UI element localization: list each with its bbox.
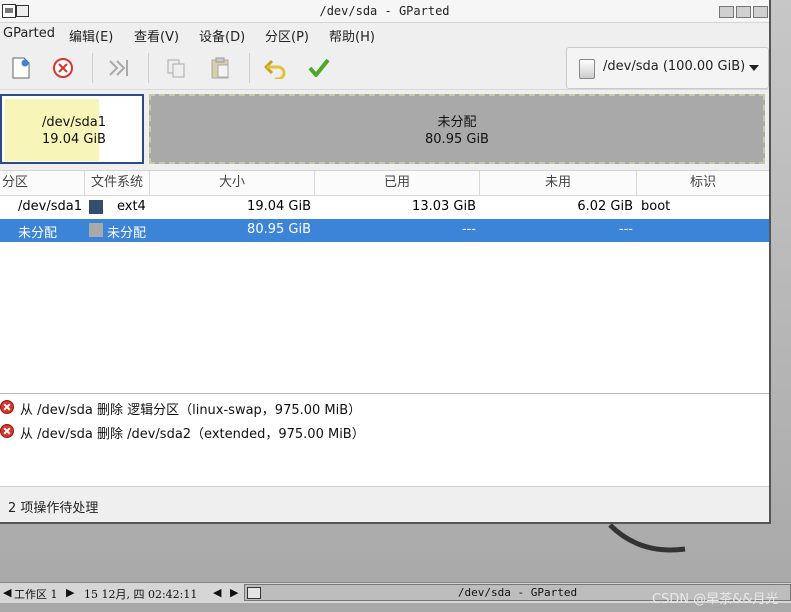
toolbar-separator <box>92 53 93 83</box>
window-title: /dev/sda - GParted <box>319 4 450 18</box>
copy-icon <box>167 59 185 78</box>
title-bar[interactable]: /dev/sda - GParted <box>0 0 769 23</box>
toolbar-separator <box>249 53 250 83</box>
column-header-flags[interactable]: 标识 <box>637 171 769 195</box>
fs-color-swatch <box>89 223 103 237</box>
cell-flags: boot <box>641 199 671 214</box>
cell-used: --- <box>461 222 476 237</box>
disk-map-unallocated[interactable]: 未分配 80.95 GiB <box>149 94 765 164</box>
delete-partition-button[interactable] <box>50 55 76 81</box>
device-selector[interactable]: /dev/sda (100.00 GiB) <box>566 47 769 89</box>
paste-button[interactable] <box>207 55 233 81</box>
minimize-button[interactable] <box>719 6 734 18</box>
apply-button[interactable] <box>306 55 332 81</box>
pending-operations-list: 从 /dev/sda 删除 逻辑分区（linux-swap，975.00 MiB… <box>0 394 769 487</box>
left-arrow-icon[interactable]: ◀ <box>213 586 221 599</box>
undo-icon <box>264 59 286 79</box>
disk-map-partition-sda1[interactable]: /dev/sda1 19.04 GiB <box>0 94 144 164</box>
cell-unused: --- <box>618 222 633 237</box>
cell-filesystem: 未分配 <box>107 226 147 241</box>
left-arrow-icon[interactable]: ◀ <box>3 586 11 599</box>
pending-operations-status: 2 项操作待处理 <box>8 501 99 516</box>
cell-unused: 6.02 GiB <box>577 199 633 214</box>
table-header: 分区 文件系统 大小 已用 未用 标识 <box>0 171 769 196</box>
device-selector-label: /dev/sda (100.00 GiB) <box>603 59 746 74</box>
resize-icon <box>109 60 128 76</box>
menu-gparted[interactable]: GParted <box>3 26 55 41</box>
delete-operation-icon <box>0 424 14 438</box>
operation-text: 从 /dev/sda 删除 /dev/sda2（extended，975.00 … <box>20 427 365 442</box>
toolbar: /dev/sda (100.00 GiB) <box>0 47 769 90</box>
fs-color-swatch <box>89 200 103 214</box>
resize-move-button[interactable] <box>106 55 132 81</box>
table-row[interactable]: /dev/sda1 ext4 19.04 GiB 13.03 GiB 6.02 … <box>0 196 769 219</box>
paste-icon <box>211 57 229 79</box>
operation-text: 从 /dev/sda 删除 逻辑分区（linux-swap，975.00 MiB… <box>20 403 362 418</box>
column-header-used[interactable]: 已用 <box>315 171 480 195</box>
maximize-button[interactable] <box>736 6 751 18</box>
list-item[interactable]: 从 /dev/sda 删除 /dev/sda2（extended，975.00 … <box>0 421 769 443</box>
delete-operation-icon <box>0 400 14 414</box>
table-row-selected[interactable]: 未分配 未分配 80.95 GiB --- --- <box>0 219 769 242</box>
column-header-partition[interactable]: 分区 <box>0 171 85 195</box>
menu-edit[interactable]: 编辑(E) <box>69 26 113 45</box>
cell-filesystem: ext4 <box>117 199 146 214</box>
menu-partition[interactable]: 分区(P) <box>265 26 309 45</box>
close-button[interactable] <box>753 6 768 18</box>
partition-size: 19.04 GiB <box>42 132 106 147</box>
menu-device[interactable]: 设备(D) <box>199 26 245 45</box>
partition-name: 未分配 <box>437 115 477 130</box>
column-header-filesystem[interactable]: 文件系统 <box>85 171 150 195</box>
new-partition-button[interactable] <box>8 55 34 81</box>
disk-map: /dev/sda1 19.04 GiB 未分配 80.95 GiB <box>0 92 769 166</box>
toolbar-separator <box>148 53 149 83</box>
column-header-unused[interactable]: 未用 <box>480 171 637 195</box>
menu-help[interactable]: 帮助(H) <box>329 26 375 45</box>
right-arrow-icon[interactable]: ▶ <box>66 586 74 599</box>
delete-icon <box>53 58 73 78</box>
cell-size: 19.04 GiB <box>247 199 311 214</box>
cell-size: 80.95 GiB <box>247 222 311 237</box>
chevron-down-icon <box>749 65 759 71</box>
cell-partition: /dev/sda1 <box>18 199 82 214</box>
menu-bar: GParted 编辑(E) 查看(V) 设备(D) 分区(P) 帮助(H) <box>0 23 769 45</box>
disk-icon <box>579 59 595 79</box>
status-bar: 2 项操作待处理 <box>0 488 769 522</box>
copy-button[interactable] <box>163 55 189 81</box>
new-document-icon <box>12 57 30 79</box>
list-item[interactable]: 从 /dev/sda 删除 逻辑分区（linux-swap，975.00 MiB… <box>0 397 769 419</box>
gparted-window: /dev/sda - GParted GParted 编辑(E) 查看(V) 设… <box>0 0 771 524</box>
workspace-label[interactable]: 工作区 1 <box>14 586 58 602</box>
cell-used: 13.03 GiB <box>412 199 476 214</box>
undo-button[interactable] <box>263 55 289 81</box>
partition-table: 分区 文件系统 大小 已用 未用 标识 /dev/sda1 ext4 19.04… <box>0 170 769 394</box>
partition-name: /dev/sda1 <box>42 115 106 130</box>
partition-label: 未分配 80.95 GiB <box>151 114 763 148</box>
right-arrow-icon[interactable]: ▶ <box>230 586 238 599</box>
checkmark-icon <box>308 58 330 77</box>
menu-view[interactable]: 查看(V) <box>134 26 179 45</box>
watermark: CSDN @早茶&&月光 <box>652 592 779 607</box>
cell-partition: 未分配 <box>18 226 58 241</box>
column-header-size[interactable]: 大小 <box>150 171 315 195</box>
partition-label: /dev/sda1 19.04 GiB <box>2 114 146 148</box>
clock: 15 12月, 四 02:42:11 <box>84 588 198 601</box>
partition-size: 80.95 GiB <box>425 132 489 147</box>
